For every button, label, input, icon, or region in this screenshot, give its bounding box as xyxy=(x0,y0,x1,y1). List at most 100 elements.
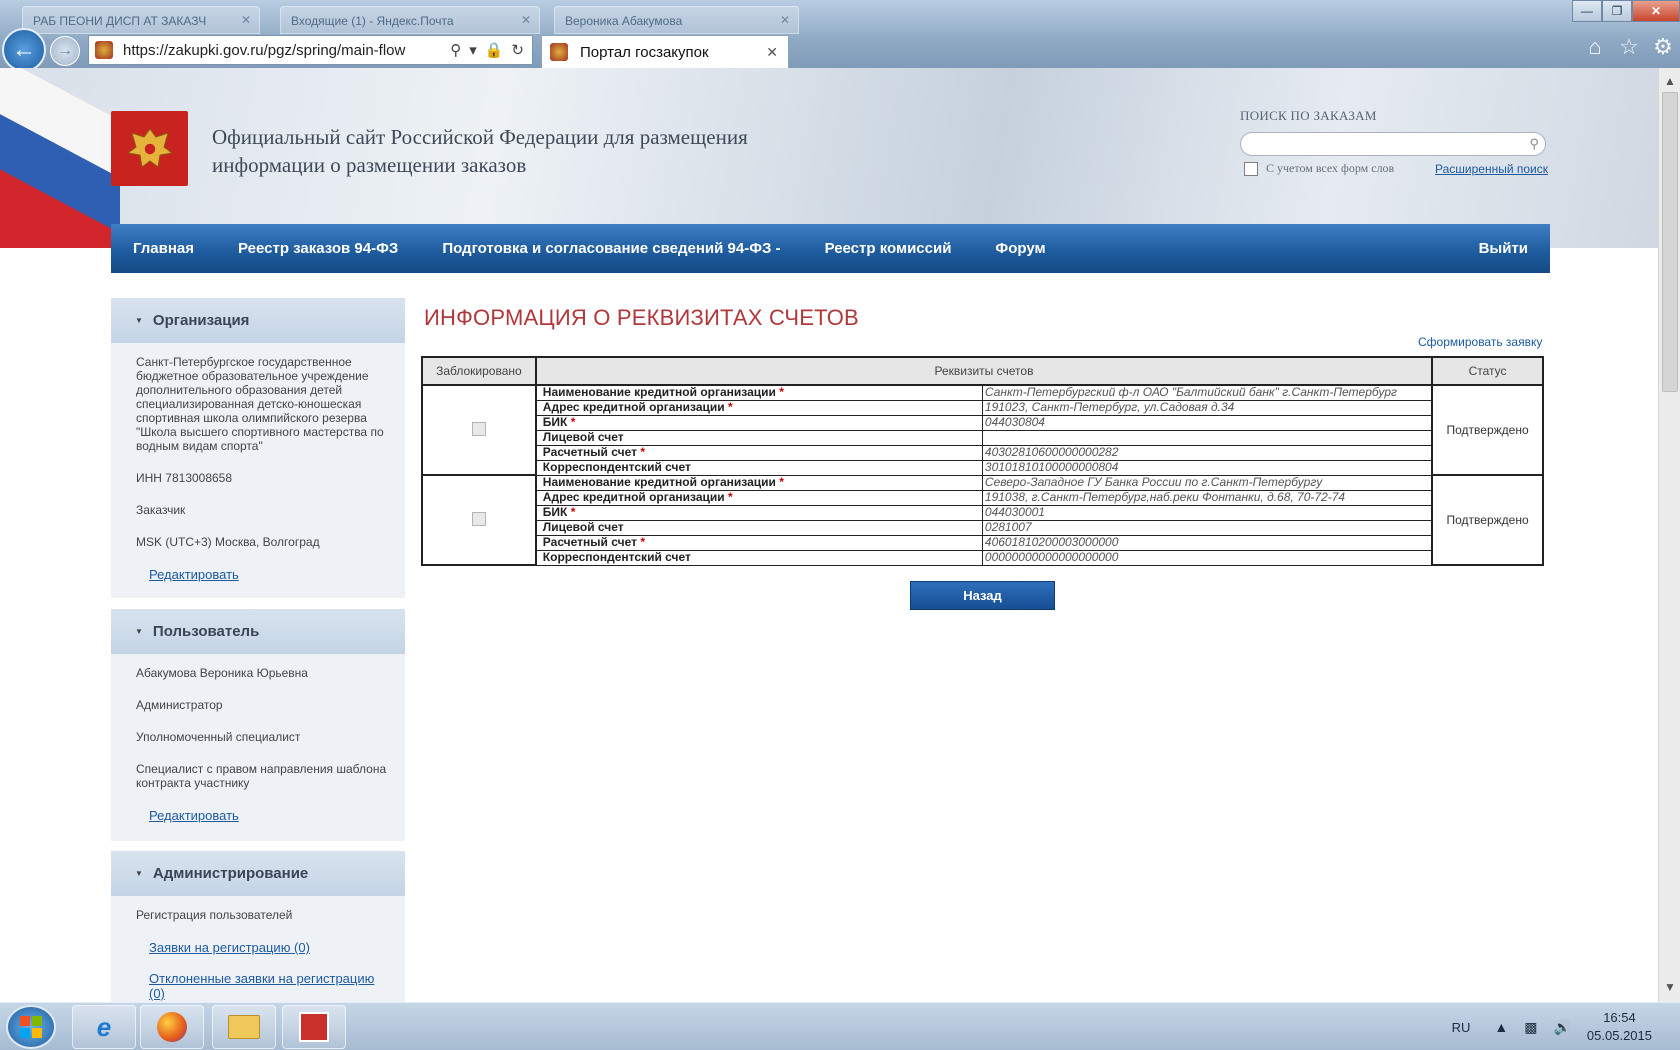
nav-item-forum[interactable]: Форум xyxy=(973,240,1067,257)
windows-logo-icon xyxy=(20,1016,42,1038)
column-header-status: Статус xyxy=(1431,356,1544,386)
org-name: Санкт-Петербургское государственное бюдж… xyxy=(136,355,384,453)
internet-explorer-icon[interactable]: e xyxy=(72,1005,136,1049)
user-name: Абакумова Вероника Юрьевна xyxy=(136,666,308,680)
scroll-down-icon[interactable]: ▼ xyxy=(1663,980,1677,994)
field-label-text: Адрес кредитной организации xyxy=(542,490,725,504)
status-cell: Подтверждено xyxy=(1431,384,1544,476)
field-label-text: Корреспондентский счет xyxy=(542,550,691,564)
nav-item-orders-registry[interactable]: Реестр заказов 94-ФЗ xyxy=(216,240,420,257)
field-label: Лицевой счет xyxy=(535,429,983,446)
background-tab[interactable]: Вероника Абакумова ✕ xyxy=(554,6,799,34)
field-value: 0281007 xyxy=(981,519,1433,536)
scroll-up-icon[interactable]: ▲ xyxy=(1663,74,1677,88)
show-hidden-icons-icon[interactable]: ▲ xyxy=(1494,1019,1508,1035)
collapse-triangle-icon: ▼ xyxy=(135,627,143,636)
table-row: Расчетный счет * 40302810600000000282 xyxy=(422,444,1543,461)
blocked-checkbox[interactable] xyxy=(471,421,486,436)
background-tab[interactable]: РАБ ПЕОНИ ДИСП АТ ЗАКАЗЧ ✕ xyxy=(22,6,260,34)
start-button[interactable] xyxy=(6,1005,56,1049)
clock[interactable]: 16:54 05.05.2015 xyxy=(1587,1009,1652,1045)
language-indicator[interactable]: RU xyxy=(1452,1020,1471,1035)
search-input[interactable]: ⚲ xyxy=(1240,132,1546,156)
field-label: Наименование кредитной организации * xyxy=(535,384,983,401)
scrollbar-thumb[interactable] xyxy=(1662,92,1678,392)
tab-close-icon[interactable]: ✕ xyxy=(780,13,790,27)
user-role: Администратор xyxy=(136,698,223,712)
administration-panel-header[interactable]: ▼ Администрирование xyxy=(111,851,405,896)
dropdown-arrow-icon[interactable]: ▾ xyxy=(469,41,477,59)
back-arrow-icon[interactable]: ← xyxy=(2,28,46,72)
search-icon[interactable]: ⚲ xyxy=(1529,136,1539,152)
word-forms-option: С учетом всех форм слов xyxy=(1244,161,1394,176)
pdf-reader-icon[interactable] xyxy=(282,1005,346,1049)
table-row: Наименование кредитной организации * Севе… xyxy=(421,474,1544,566)
blocked-cell xyxy=(421,474,537,566)
maximize-button[interactable]: ❐ xyxy=(1602,0,1632,22)
file-explorer-icon[interactable] xyxy=(212,1005,276,1049)
table-row: БИК * 044030804 xyxy=(422,414,1543,431)
vertical-scrollbar[interactable]: ▲ ▼ xyxy=(1658,68,1680,1002)
forward-arrow-icon[interactable]: → xyxy=(50,36,80,66)
panel-title: Администрирование xyxy=(152,865,309,882)
field-label: Расчетный счет * xyxy=(535,444,983,461)
blocked-checkbox[interactable] xyxy=(471,511,486,526)
create-request-link[interactable]: Сформировать заявку xyxy=(1418,335,1542,349)
edit-organization-link[interactable]: Редактировать xyxy=(149,567,389,582)
user-panel-header[interactable]: ▼ Пользователь xyxy=(111,609,405,654)
network-icon[interactable]: ▩ xyxy=(1524,1019,1537,1036)
home-icon[interactable]: ⌂ xyxy=(1582,34,1608,60)
field-label: БИК * xyxy=(535,504,983,521)
org-timezone: MSK (UTC+3) Москва, Волгоград xyxy=(136,535,320,549)
field-label: Расчетный счет * xyxy=(535,534,983,551)
field-label-text: Лицевой счет xyxy=(542,520,624,534)
nav-item-preparation[interactable]: Подготовка и согласование сведений 94-ФЗ… xyxy=(420,240,802,257)
russian-flag-graphic xyxy=(0,68,120,248)
background-tab[interactable]: Входящие (1) - Яндекс.Почта ✕ xyxy=(280,6,540,34)
active-tab[interactable]: Портал госзакупок ✕ xyxy=(541,35,789,68)
refresh-icon[interactable]: ↻ xyxy=(511,41,524,59)
favorites-star-icon[interactable]: ☆ xyxy=(1616,34,1642,60)
field-value: 40302810600000000282 xyxy=(981,444,1433,461)
required-asterisk: * xyxy=(728,490,733,504)
edit-user-link[interactable]: Редактировать xyxy=(149,808,389,823)
panel-title: Пользователь xyxy=(152,623,260,640)
field-label: Лицевой счет xyxy=(535,519,983,536)
tab-close-icon[interactable]: ✕ xyxy=(766,44,778,61)
field-value: 044030001 xyxy=(981,504,1433,521)
table-row: БИК * 044030001 xyxy=(422,504,1543,521)
field-label-text: БИК xyxy=(542,415,568,429)
address-bar[interactable]: https://zakupki.gov.ru/pgz/spring/main-f… xyxy=(88,35,533,65)
registration-requests-link[interactable]: Заявки на регистрацию (0) xyxy=(149,940,389,955)
advanced-search-link[interactable]: Расширенный поиск xyxy=(1435,162,1548,176)
tab-close-icon[interactable]: ✕ xyxy=(241,13,251,27)
field-value: 00000000000000000000 xyxy=(981,549,1433,566)
lock-icon[interactable]: 🔒 xyxy=(485,41,504,59)
column-header-details: Реквизиты счетов xyxy=(534,356,1434,386)
site-title: Официальный сайт Российской Федерации дл… xyxy=(212,125,748,177)
volume-icon[interactable]: 🔊 xyxy=(1553,1019,1570,1036)
user-role: Специалист с правом направления шаблона … xyxy=(136,762,387,790)
url-text[interactable]: https://zakupki.gov.ru/pgz/spring/main-f… xyxy=(123,42,450,59)
required-asterisk: * xyxy=(640,445,645,459)
admin-section-label: Регистрация пользователей xyxy=(136,908,293,922)
word-forms-checkbox[interactable] xyxy=(1244,161,1258,176)
table-row: Наименование кредитной организации * Санк… xyxy=(421,384,1544,476)
rejected-requests-link[interactable]: Отклоненные заявки на регистрацию (0) xyxy=(149,971,389,1001)
firefox-icon[interactable] xyxy=(140,1005,204,1049)
back-button[interactable]: Назад xyxy=(910,581,1055,610)
field-label-text: Лицевой счет xyxy=(542,430,624,444)
settings-gear-icon[interactable]: ⚙ xyxy=(1650,34,1676,60)
tab-close-icon[interactable]: ✕ xyxy=(521,13,531,27)
field-label: Корреспондентский счет xyxy=(535,549,983,566)
page-viewport: Официальный сайт Российской Федерации дл… xyxy=(0,68,1658,1002)
close-window-button[interactable]: ✕ xyxy=(1632,0,1680,22)
organization-panel-header[interactable]: ▼ Организация xyxy=(111,298,405,343)
logout-link[interactable]: Выйти xyxy=(1457,240,1550,257)
minimize-button[interactable]: — xyxy=(1572,0,1602,22)
clock-date: 05.05.2015 xyxy=(1586,1028,1652,1043)
blocked-cell xyxy=(421,384,537,476)
search-icon[interactable]: ⚲ xyxy=(450,41,461,59)
nav-item-home[interactable]: Главная xyxy=(111,240,216,257)
nav-item-commissions[interactable]: Реестр комиссий xyxy=(803,240,974,257)
